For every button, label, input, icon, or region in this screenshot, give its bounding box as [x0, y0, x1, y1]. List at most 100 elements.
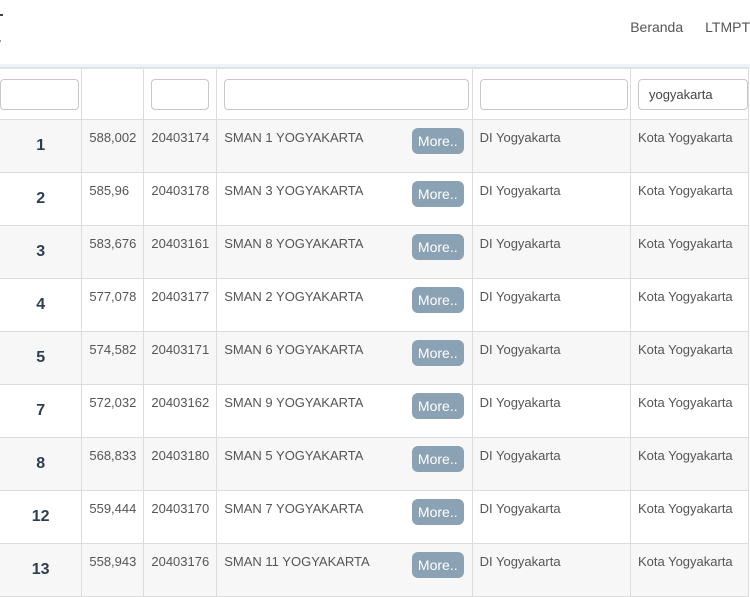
table-row: 3 583,676 20403161 SMAN 8 YOGYAKARTA More…	[0, 225, 750, 279]
filter-cell-npsn	[143, 67, 218, 120]
rank-cell: 3	[0, 225, 83, 279]
city-cell: Kota Yogyakarta	[629, 331, 750, 385]
filter-cell-score	[81, 67, 145, 120]
table-row: 7 572,032 20403162 SMAN 9 YOGYAKARTA More…	[0, 384, 750, 438]
school-name-cell: SMAN 5 YOGYAKARTA More..	[216, 437, 473, 491]
province-cell: DI Yogyakarta	[471, 119, 631, 173]
nav-ltmpt[interactable]: LTMPT	[705, 19, 750, 35]
province-cell: DI Yogyakarta	[471, 437, 631, 491]
nav-menu: Beranda LTMPT	[608, 19, 750, 35]
school-name-cell: SMAN 9 YOGYAKARTA More..	[216, 384, 473, 438]
npsn-cell: 20403170	[143, 490, 218, 544]
score-cell: 559,444	[81, 490, 145, 544]
more-button[interactable]: More..	[411, 340, 464, 366]
school-name-cell: SMAN 7 YOGYAKARTA More..	[216, 490, 473, 544]
npsn-cell: 20403176	[143, 543, 218, 597]
table-row: 2 585,96 20403178 SMAN 3 YOGYAKARTA More.…	[0, 172, 750, 226]
logo-fragment	[0, 14, 3, 16]
rank-cell: 8	[0, 437, 83, 491]
more-button[interactable]: More..	[411, 499, 464, 525]
city-cell: Kota Yogyakarta	[629, 490, 750, 544]
table-row: 1 588,002 20403174 SMAN 1 YOGYAKARTA More…	[0, 119, 750, 173]
logo-fragment-small	[0, 40, 1, 42]
score-cell: 577,078	[81, 278, 145, 332]
filter-cell-city	[629, 67, 750, 120]
table-row: 5 574,582 20403171 SMAN 6 YOGYAKARTA More…	[0, 331, 750, 385]
school-name: SMAN 8 YOGYAKARTA	[224, 236, 364, 251]
more-button[interactable]: More..	[411, 446, 464, 472]
table-row: 12 559,444 20403170 SMAN 7 YOGYAKARTA Mor…	[0, 490, 750, 544]
rank-cell: 13	[0, 543, 83, 597]
city-cell: Kota Yogyakarta	[629, 543, 750, 597]
school-name: SMAN 5 YOGYAKARTA	[224, 448, 364, 463]
npsn-cell: 20403171	[143, 331, 218, 385]
npsn-cell: 20403161	[143, 225, 218, 279]
rank-cell: 12	[0, 490, 83, 544]
filter-row	[0, 67, 750, 120]
school-name-cell: SMAN 3 YOGYAKARTA More..	[216, 172, 473, 226]
province-filter-input[interactable]	[479, 78, 628, 110]
school-name: SMAN 11 YOGYAKARTA	[224, 554, 370, 569]
rank-cell: 1	[0, 119, 83, 173]
score-cell: 574,582	[81, 331, 145, 385]
school-name-cell: SMAN 6 YOGYAKARTA More..	[216, 331, 473, 385]
city-cell: Kota Yogyakarta	[629, 278, 750, 332]
city-cell: Kota Yogyakarta	[629, 437, 750, 491]
school-name: SMAN 3 YOGYAKARTA	[224, 183, 364, 198]
more-button[interactable]: More..	[411, 234, 464, 260]
score-cell: 572,032	[81, 384, 145, 438]
province-cell: DI Yogyakarta	[471, 384, 631, 438]
school-name: SMAN 6 YOGYAKARTA	[224, 342, 364, 357]
more-button[interactable]: More..	[411, 552, 464, 578]
province-cell: DI Yogyakarta	[471, 172, 631, 226]
school-ranking-table: 1 588,002 20403174 SMAN 1 YOGYAKARTA More…	[0, 67, 750, 597]
npsn-cell: 20403180	[143, 437, 218, 491]
school-name-cell: SMAN 8 YOGYAKARTA More..	[216, 225, 473, 279]
filter-cell-school	[216, 67, 473, 120]
city-cell: Kota Yogyakarta	[629, 119, 750, 173]
score-cell: 588,002	[81, 119, 145, 173]
province-cell: DI Yogyakarta	[471, 331, 631, 385]
school-name: SMAN 1 YOGYAKARTA	[224, 130, 364, 145]
school-name-cell: SMAN 2 YOGYAKARTA More..	[216, 278, 473, 332]
score-cell: 568,833	[81, 437, 145, 491]
city-cell: Kota Yogyakarta	[629, 384, 750, 438]
more-button[interactable]: More..	[411, 287, 464, 313]
rank-cell: 2	[0, 172, 83, 226]
npsn-cell: 20403162	[143, 384, 218, 438]
filter-cell-rank	[0, 67, 83, 120]
npsn-cell: 20403174	[143, 119, 218, 173]
school-filter-input[interactable]	[224, 78, 470, 110]
city-cell: Kota Yogyakarta	[629, 225, 750, 279]
province-cell: DI Yogyakarta	[471, 490, 631, 544]
more-button[interactable]: More..	[411, 128, 464, 154]
table-row: 8 568,833 20403180 SMAN 5 YOGYAKARTA More…	[0, 437, 750, 491]
top-navbar: Beranda LTMPT	[0, 0, 750, 64]
city-cell: Kota Yogyakarta	[629, 172, 750, 226]
province-cell: DI Yogyakarta	[471, 543, 631, 597]
score-cell: 585,96	[81, 172, 145, 226]
table-row: 13 558,943 20403176 SMAN 11 YOGYAKARTA Mo…	[0, 543, 750, 597]
more-button[interactable]: More..	[411, 181, 464, 207]
more-button[interactable]: More..	[411, 393, 464, 419]
city-filter-input[interactable]	[637, 78, 748, 110]
school-name-cell: SMAN 11 YOGYAKARTA More..	[216, 543, 473, 597]
rank-cell: 4	[0, 278, 83, 332]
province-cell: DI Yogyakarta	[471, 278, 631, 332]
npsn-filter-input[interactable]	[151, 78, 210, 110]
filter-cell-province	[471, 67, 631, 120]
score-cell: 558,943	[81, 543, 145, 597]
npsn-cell: 20403177	[143, 278, 218, 332]
table-row: 4 577,078 20403177 SMAN 2 YOGYAKARTA More…	[0, 278, 750, 332]
school-name: SMAN 7 YOGYAKARTA	[224, 501, 364, 516]
province-cell: DI Yogyakarta	[471, 225, 631, 279]
rank-cell: 7	[0, 384, 83, 438]
rank-cell: 5	[0, 331, 83, 385]
score-cell: 583,676	[81, 225, 145, 279]
rank-filter-input[interactable]	[0, 78, 79, 110]
school-name: SMAN 2 YOGYAKARTA	[224, 289, 364, 304]
nav-beranda[interactable]: Beranda	[630, 19, 683, 35]
npsn-cell: 20403178	[143, 172, 218, 226]
school-name-cell: SMAN 1 YOGYAKARTA More..	[216, 119, 473, 173]
school-name: SMAN 9 YOGYAKARTA	[224, 395, 364, 410]
